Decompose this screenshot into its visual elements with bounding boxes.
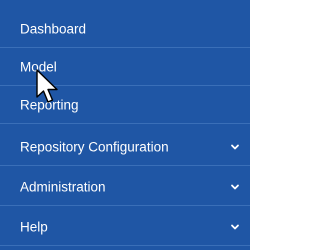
sidebar-item-administration[interactable]: Administration	[0, 168, 250, 206]
sidebar-item-repository-configuration[interactable]: Repository Configuration	[0, 128, 250, 166]
sidebar-item-label: Dashboard	[20, 21, 87, 36]
sidebar-item-model[interactable]: Model	[0, 48, 250, 86]
sidebar-item-dashboard[interactable]: Dashboard	[0, 10, 250, 48]
sidebar-item-label: Help	[20, 219, 48, 234]
sidebar-nav: Dashboard Model Reporting Repository Con…	[0, 0, 250, 250]
chevron-down-icon[interactable]	[230, 182, 240, 192]
chevron-down-icon[interactable]	[230, 222, 240, 232]
sidebar-item-help[interactable]: Help	[0, 208, 250, 246]
sidebar-item-label: Administration	[20, 179, 106, 194]
sidebar-item-label: Reporting	[20, 97, 79, 112]
sidebar-item-reporting[interactable]: Reporting	[0, 86, 250, 124]
chevron-down-icon[interactable]	[230, 142, 240, 152]
sidebar-item-label: Repository Configuration	[20, 139, 169, 154]
sidebar-item-label: Model	[20, 59, 57, 74]
